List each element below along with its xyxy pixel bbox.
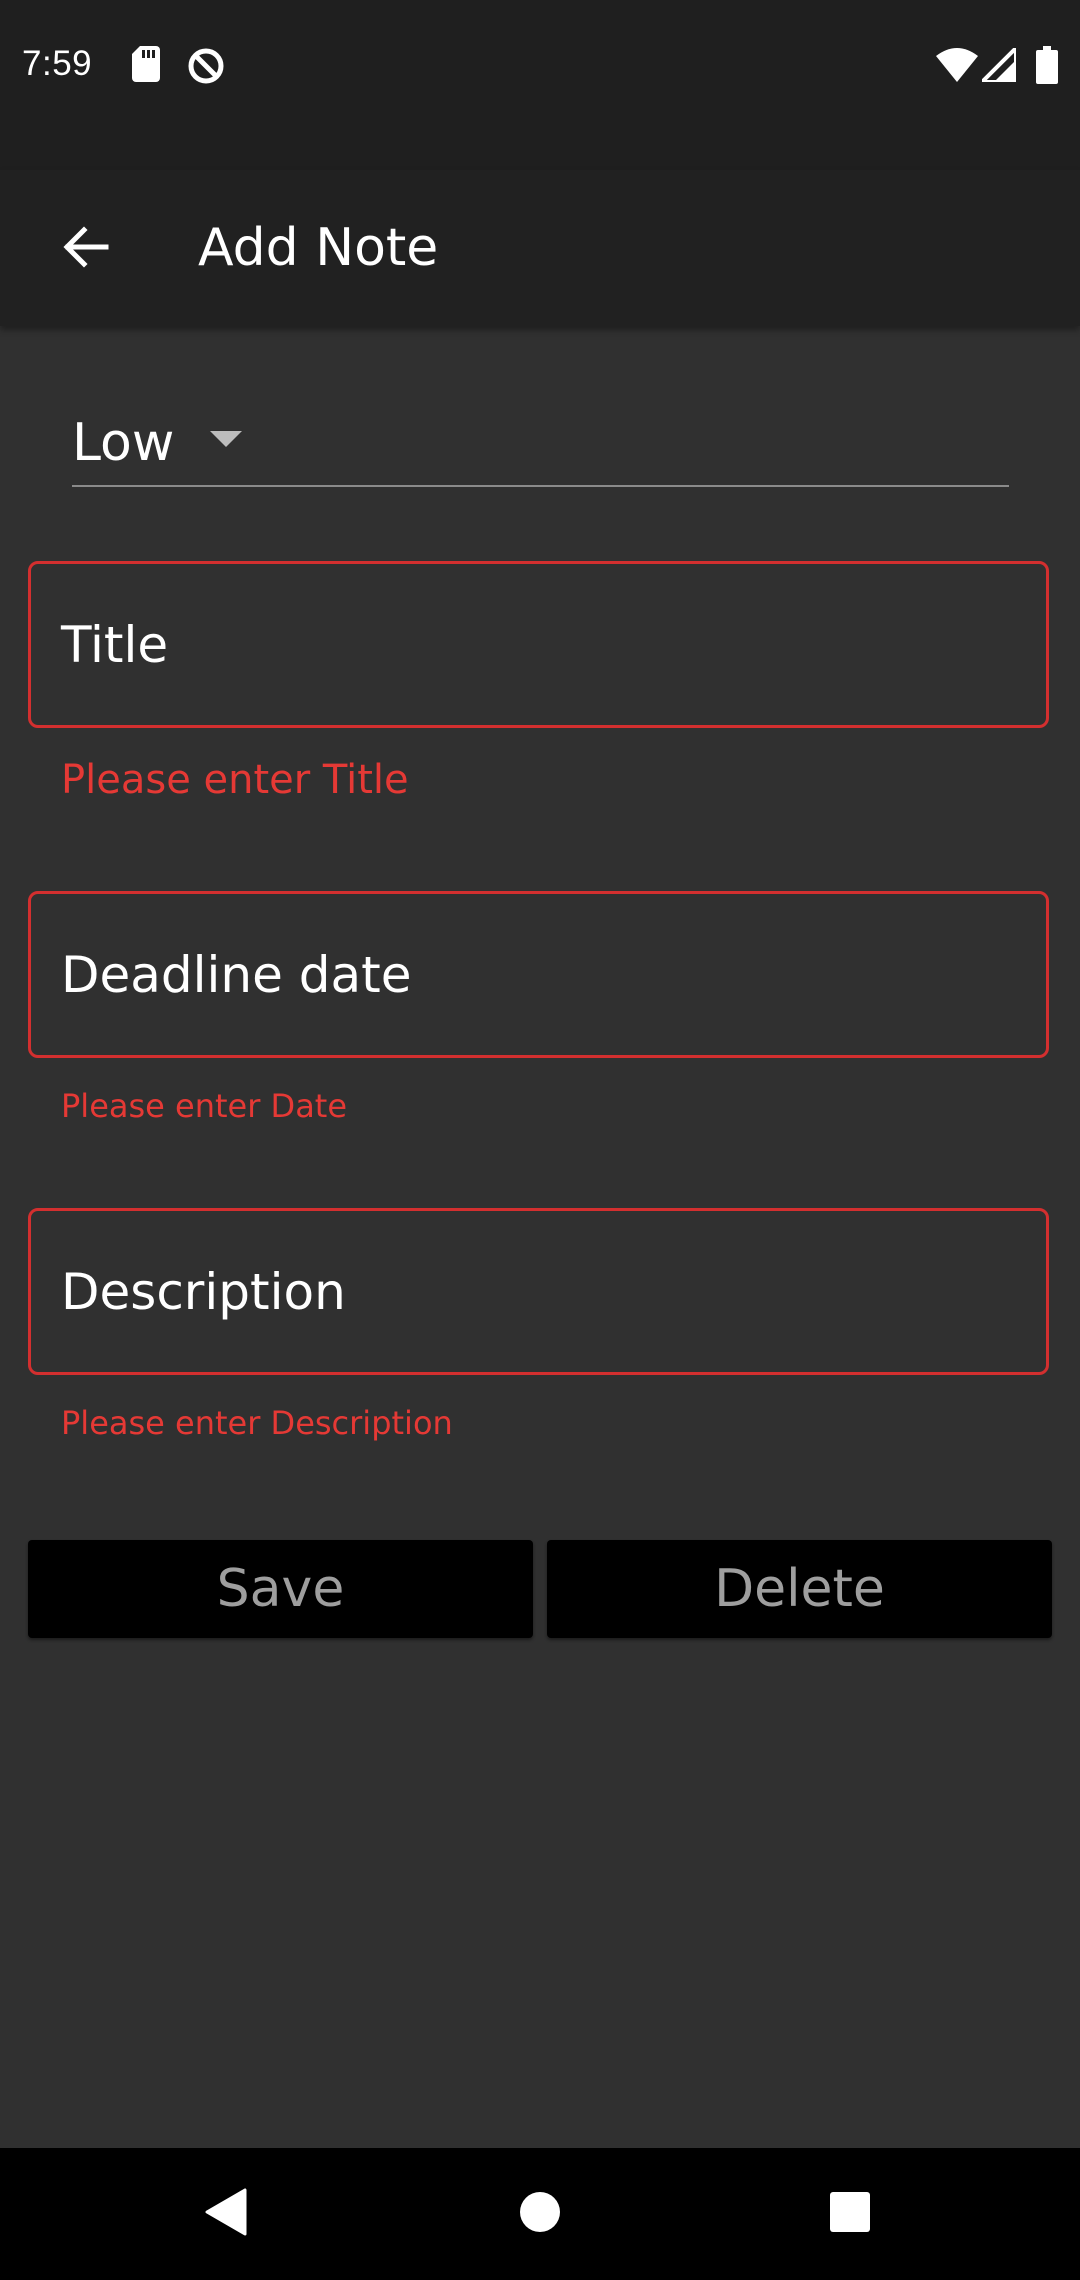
nav-recents-icon xyxy=(829,2191,871,2237)
nav-home-icon xyxy=(519,2191,561,2237)
description-field[interactable]: Description xyxy=(28,1208,1049,1375)
wifi-icon xyxy=(936,48,978,86)
cell-signal-icon xyxy=(980,46,1018,86)
battery-icon xyxy=(1036,46,1058,88)
nav-recents-button[interactable] xyxy=(780,2148,920,2280)
description-field-label: Description xyxy=(61,1263,346,1321)
dropdown-arrow-icon xyxy=(210,431,242,451)
priority-dropdown[interactable]: Low xyxy=(72,405,1009,487)
system-nav-bar xyxy=(0,2148,1080,2280)
nav-home-button[interactable] xyxy=(470,2148,610,2280)
status-bar: 7:59 xyxy=(0,0,1080,170)
deadline-date-field[interactable]: Deadline date xyxy=(28,891,1049,1058)
priority-selected-value: Low xyxy=(72,413,175,473)
save-button[interactable]: Save xyxy=(28,1540,533,1638)
page-title: Add Note xyxy=(198,218,439,278)
back-button[interactable] xyxy=(40,204,130,294)
sd-card-icon xyxy=(132,46,160,86)
nav-back-button[interactable] xyxy=(156,2148,296,2280)
description-error-text: Please enter Description xyxy=(61,1404,453,1442)
app-bar: Add Note xyxy=(0,170,1080,326)
title-field[interactable]: Title xyxy=(28,561,1049,728)
status-time: 7:59 xyxy=(22,44,93,83)
deadline-date-error-text: Please enter Date xyxy=(61,1087,348,1125)
title-field-label: Title xyxy=(61,616,169,674)
title-error-text: Please enter Title xyxy=(61,757,409,803)
delete-button[interactable]: Delete xyxy=(547,1540,1052,1638)
deadline-date-field-label: Deadline date xyxy=(61,946,412,1004)
data-saver-icon xyxy=(186,46,226,90)
nav-back-icon xyxy=(205,2188,247,2240)
arrow-back-icon xyxy=(60,222,110,276)
